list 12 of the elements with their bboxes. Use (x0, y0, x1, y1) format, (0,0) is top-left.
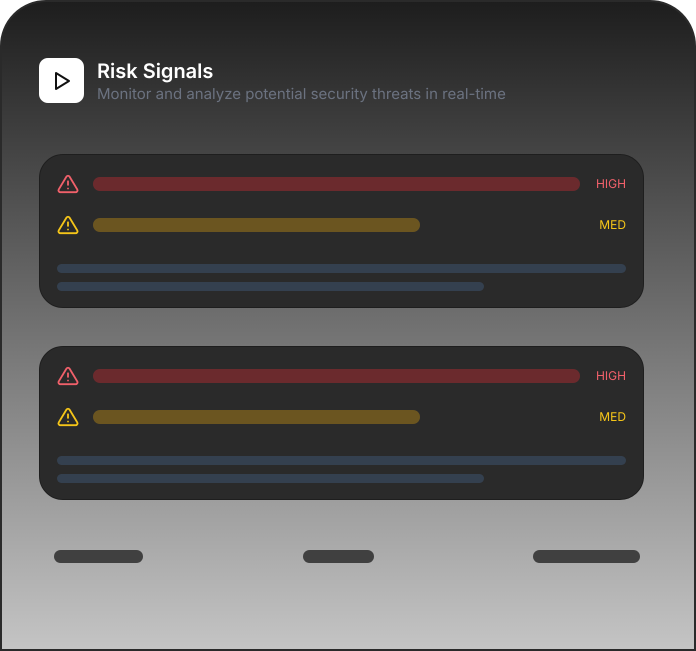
warning-icon (57, 215, 79, 235)
severity-label: HIGH (596, 175, 626, 193)
warning-icon (57, 366, 79, 386)
severity-label: MED (599, 216, 626, 234)
severity-label: HIGH (596, 367, 626, 385)
page-subtitle: Monitor and analyze potential security threats in real-time (97, 84, 506, 104)
severity-label: MED (599, 408, 626, 426)
placeholder-pill (302, 550, 374, 563)
page-title: Risk Signals (97, 58, 214, 84)
play-icon (52, 70, 70, 90)
warning-icon (57, 174, 79, 194)
warning-icon (57, 407, 79, 427)
